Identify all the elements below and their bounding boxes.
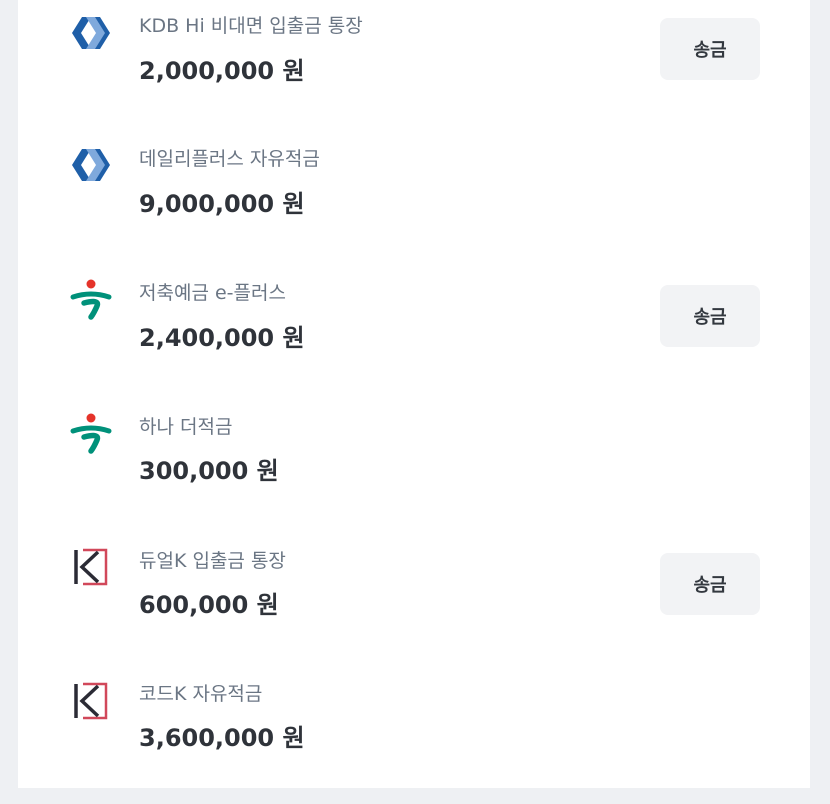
account-row[interactable]: KDB Hi 비대면 입출금 통장 2,000,000 원 송금 bbox=[18, 0, 810, 134]
send-money-button[interactable]: 송금 bbox=[660, 285, 760, 347]
hana-bank-icon bbox=[68, 276, 114, 322]
account-balance: 3,600,000 원 bbox=[139, 724, 305, 752]
account-row[interactable]: 데일리플러스 자유적금 9,000,000 원 bbox=[18, 134, 810, 268]
kdb-bank-icon bbox=[68, 10, 114, 56]
account-row[interactable]: 하나 더적금 300,000 원 bbox=[18, 402, 810, 536]
account-name: 코드K 자유적금 bbox=[139, 683, 263, 705]
account-balance: 9,000,000 원 bbox=[139, 190, 305, 218]
account-balance: 600,000 원 bbox=[139, 591, 279, 619]
kbank-icon bbox=[68, 544, 114, 590]
account-balance: 2,400,000 원 bbox=[139, 324, 305, 352]
account-name: KDB Hi 비대면 입출금 통장 bbox=[139, 15, 363, 37]
account-name: 저축예금 e-플러스 bbox=[139, 282, 286, 304]
account-row[interactable]: 코드K 자유적금 3,600,000 원 bbox=[18, 670, 810, 804]
hana-bank-icon bbox=[68, 410, 114, 456]
account-balance: 2,000,000 원 bbox=[139, 57, 305, 85]
send-money-button[interactable]: 송금 bbox=[660, 18, 760, 80]
account-name: 데일리플러스 자유적금 bbox=[139, 148, 320, 170]
kdb-bank-icon bbox=[68, 142, 114, 188]
send-money-button[interactable]: 송금 bbox=[660, 553, 760, 615]
account-name: 듀얼K 입출금 통장 bbox=[139, 550, 286, 572]
account-row[interactable]: 듀얼K 입출금 통장 600,000 원 송금 bbox=[18, 536, 810, 670]
kbank-icon bbox=[68, 678, 114, 724]
account-balance: 300,000 원 bbox=[139, 457, 279, 485]
account-name: 하나 더적금 bbox=[139, 416, 233, 438]
account-list-panel: KDB Hi 비대면 입출금 통장 2,000,000 원 송금 데일리플러스 … bbox=[18, 0, 810, 788]
account-row[interactable]: 저축예금 e-플러스 2,400,000 원 송금 bbox=[18, 268, 810, 402]
